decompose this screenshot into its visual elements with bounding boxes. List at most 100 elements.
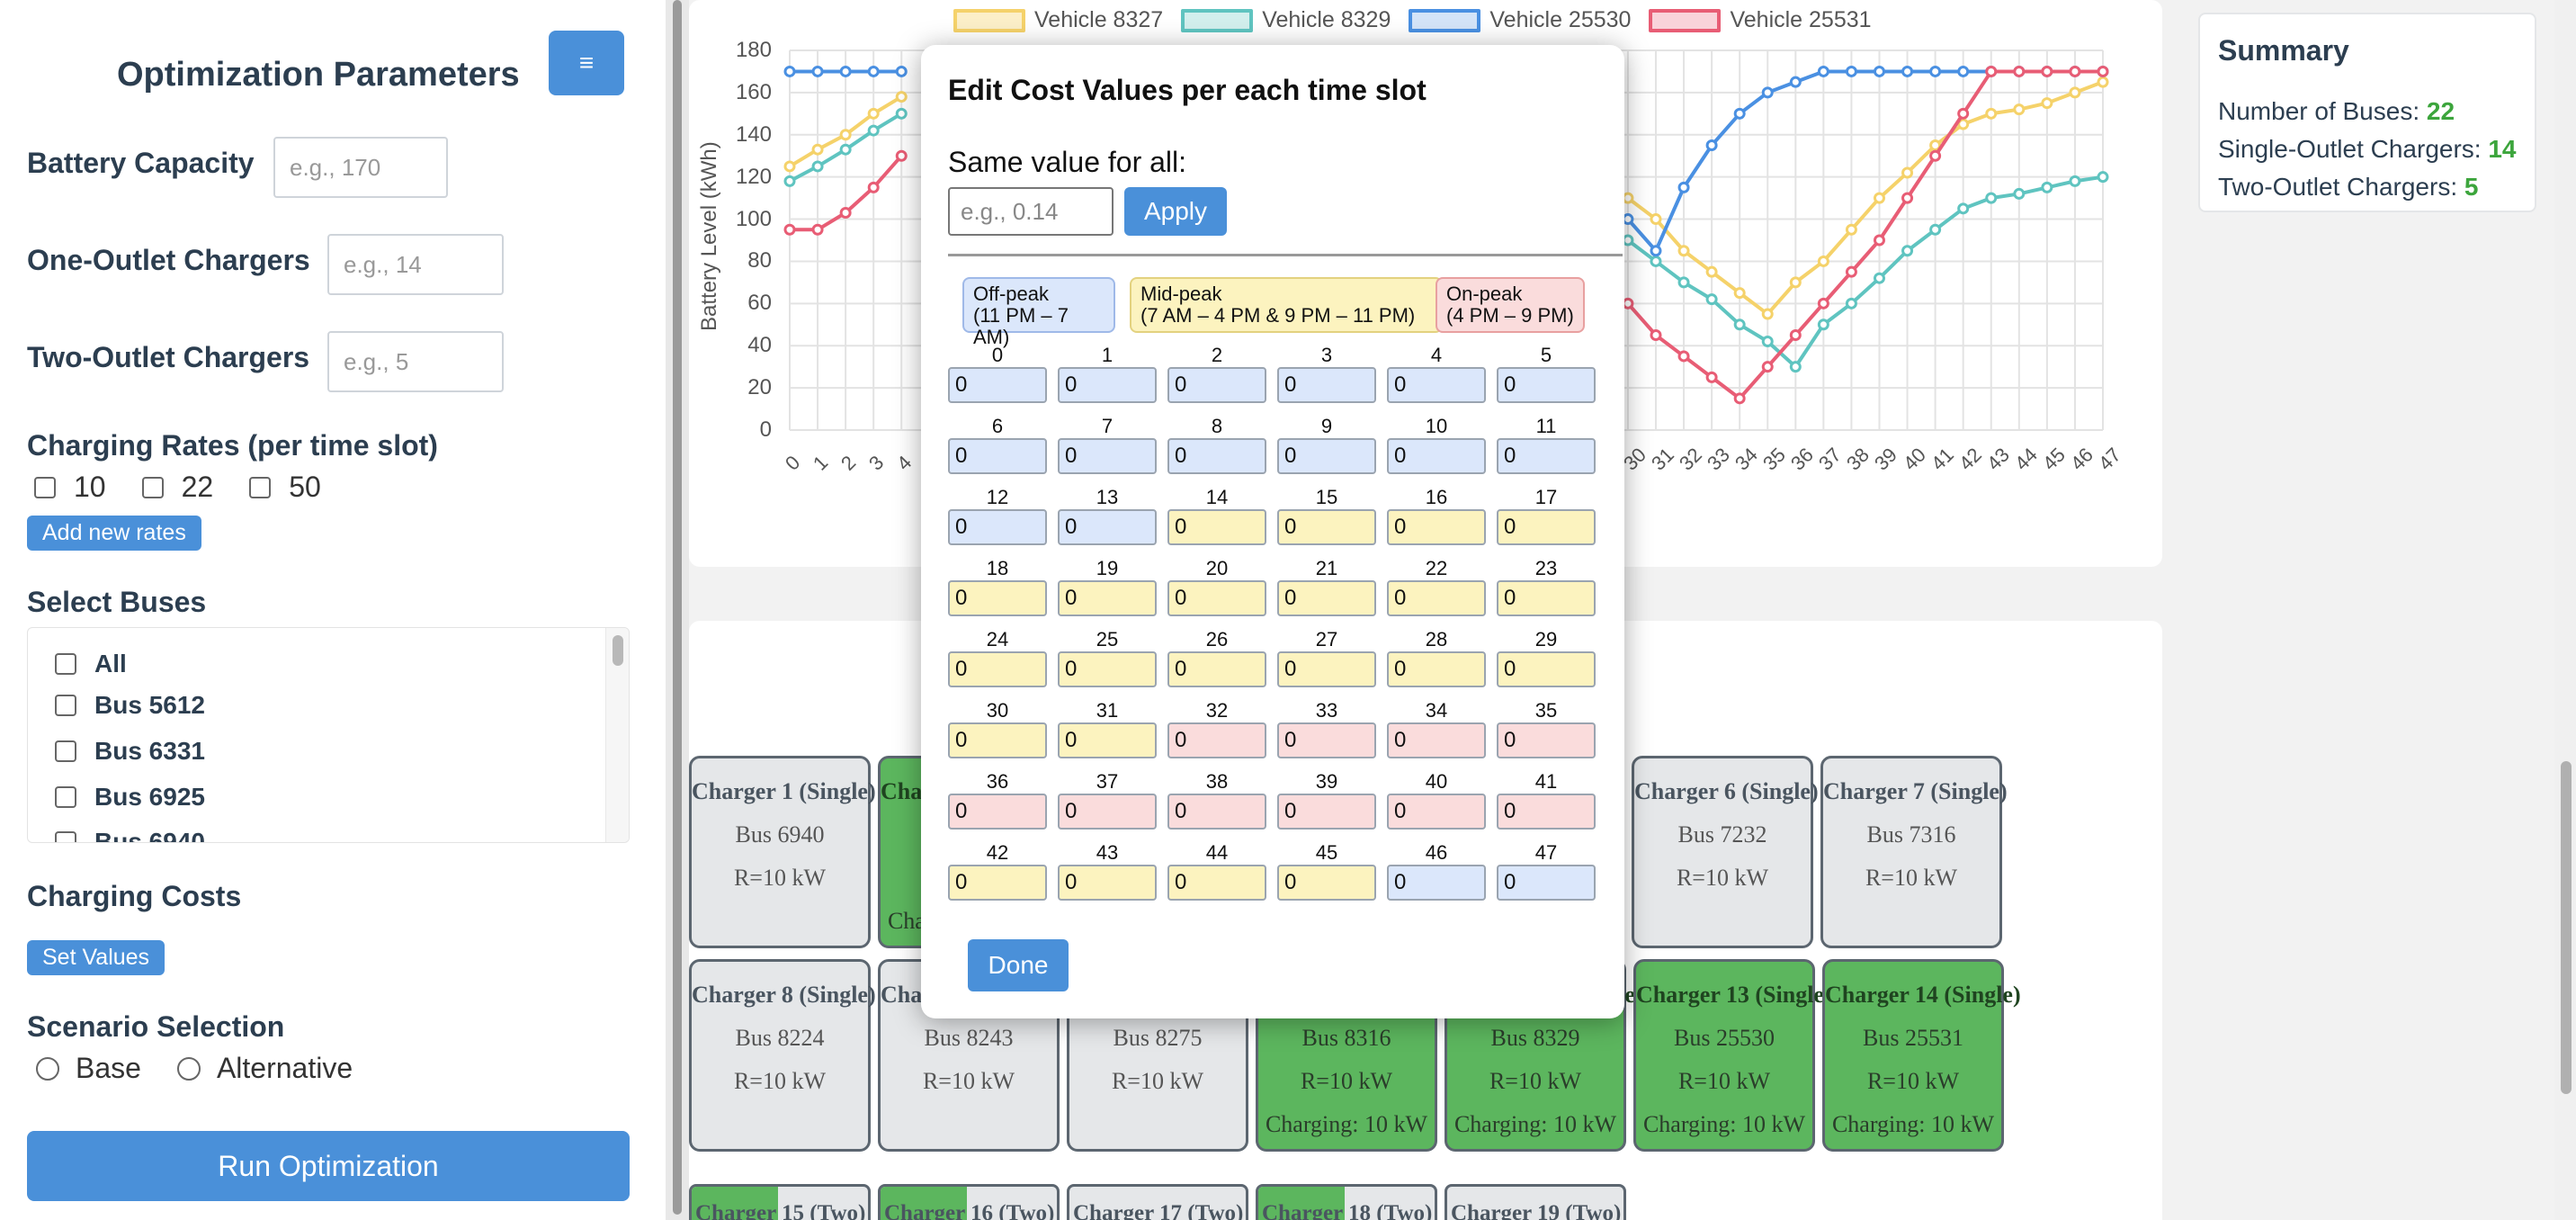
time-slot-cost-input[interactable]: 0 xyxy=(1058,865,1157,901)
time-slot-cost-input[interactable]: 0 xyxy=(1277,438,1376,474)
time-slot-22: 22 0 xyxy=(1387,557,1486,616)
off-peak-range: (11 PM – 7 AM) xyxy=(973,304,1069,348)
time-slot-cost-input[interactable]: 0 xyxy=(1058,509,1157,545)
time-slot-cost-input[interactable]: 0 xyxy=(1167,580,1266,616)
bus-checkbox[interactable] xyxy=(55,786,76,808)
time-slot-number: 15 xyxy=(1315,486,1338,508)
time-slot-cost-input[interactable]: 0 xyxy=(1497,367,1596,403)
time-slot-number: 47 xyxy=(1534,841,1558,864)
run-optimization-button[interactable]: Run Optimization xyxy=(27,1131,630,1201)
time-slot-cost-input[interactable]: 0 xyxy=(948,367,1047,403)
time-slot-cost-input[interactable]: 0 xyxy=(1497,722,1596,758)
time-slot-cost-input[interactable]: 0 xyxy=(1387,367,1486,403)
modal-title: Edit Cost Values per each time slot xyxy=(948,74,1427,106)
data-point xyxy=(1761,308,1774,320)
time-slot-cost-input[interactable]: 0 xyxy=(1497,651,1596,687)
time-slot-5: 50 xyxy=(1497,344,1596,403)
scenario-options: Base Alternative xyxy=(36,1052,353,1085)
time-slot-cost-input[interactable]: 0 xyxy=(1058,367,1157,403)
time-slot-24: 24 0 xyxy=(948,628,1047,687)
time-slot-cost-input[interactable]: 0 xyxy=(948,722,1047,758)
bus-checkbox[interactable] xyxy=(55,831,76,842)
set-values-button[interactable]: Set Values xyxy=(27,940,165,975)
bus-list[interactable]: All Bus 5612 Bus 6331 Bus 6925 Bus 6940 xyxy=(27,627,630,843)
time-slot-number: 25 xyxy=(1096,628,1119,650)
time-slot-cost-input[interactable]: 0 xyxy=(1387,651,1486,687)
time-slot-cost-input[interactable]: 0 xyxy=(1058,580,1157,616)
time-slot-number: 0 xyxy=(991,344,1004,366)
charger-rate: R=10 kW xyxy=(1865,865,1958,891)
time-slot-cost-input[interactable]: 0 xyxy=(1167,438,1266,474)
two-outlet-charger-card: Charger 17 (Two) xyxy=(1067,1184,1248,1220)
bus-item[interactable]: Bus 6940 xyxy=(55,828,205,842)
data-point xyxy=(2097,171,2109,184)
bus-checkbox[interactable] xyxy=(55,740,76,762)
bus-item[interactable]: Bus 5612 xyxy=(55,691,205,720)
bus-item[interactable]: Bus 6331 xyxy=(55,737,205,766)
time-slot-cost-input[interactable]: 0 xyxy=(1497,580,1596,616)
time-slot-cost-input[interactable]: 0 xyxy=(948,438,1047,474)
time-slot-25: 25 0 xyxy=(1058,628,1157,687)
apply-button[interactable]: Apply xyxy=(1124,187,1227,236)
time-slot-cost-input[interactable]: 0 xyxy=(1167,367,1266,403)
time-slot-cost-input[interactable]: 0 xyxy=(1167,722,1266,758)
done-button[interactable]: Done xyxy=(968,939,1069,991)
time-slot-42: 42 0 xyxy=(948,841,1047,901)
time-slot-cost-input[interactable]: 0 xyxy=(1497,794,1596,830)
time-slot-cost-input[interactable]: 0 xyxy=(1387,865,1486,901)
time-slot-39: 39 0 xyxy=(1277,770,1376,830)
time-slot-cost-input[interactable]: 0 xyxy=(1277,794,1376,830)
page-scrollbar[interactable] xyxy=(2554,0,2576,1220)
time-slot-cost-input[interactable]: 0 xyxy=(948,865,1047,901)
time-slot-cost-input[interactable]: 0 xyxy=(1058,651,1157,687)
bus-item[interactable]: Bus 6925 xyxy=(55,783,205,812)
time-slot-cost-input[interactable]: 0 xyxy=(1277,509,1376,545)
data-point xyxy=(1901,192,1914,204)
time-slot-cost-input[interactable]: 0 xyxy=(1167,509,1266,545)
time-slot-cost-input[interactable]: 0 xyxy=(1058,722,1157,758)
time-slot-cost-input[interactable]: 0 xyxy=(948,651,1047,687)
time-slot-cost-input[interactable]: 0 xyxy=(948,580,1047,616)
time-slot-cost-input[interactable]: 0 xyxy=(1387,580,1486,616)
time-slot-cost-input[interactable]: 0 xyxy=(1058,794,1157,830)
same-value-input[interactable] xyxy=(948,187,1114,236)
data-point xyxy=(867,124,880,137)
time-slot-number: 28 xyxy=(1425,628,1448,650)
time-slot-number: 37 xyxy=(1096,770,1119,793)
time-slot-cost-input[interactable]: 0 xyxy=(1277,580,1376,616)
edit-cost-modal: Edit Cost Values per each time slot Same… xyxy=(921,45,1624,1018)
time-slot-cost-input[interactable]: 0 xyxy=(1167,794,1266,830)
time-slot-cost-input[interactable]: 0 xyxy=(1387,794,1486,830)
time-slot-cost-input[interactable]: 0 xyxy=(1058,438,1157,474)
time-slot-cost-input[interactable]: 0 xyxy=(1387,509,1486,545)
data-point xyxy=(1817,297,1829,309)
bus-list-scrollbar[interactable] xyxy=(605,628,629,842)
data-point xyxy=(1901,245,1914,257)
time-slot-number: 40 xyxy=(1425,770,1448,793)
time-slot-cost-input[interactable]: 0 xyxy=(1387,438,1486,474)
page-scroll-thumb[interactable] xyxy=(2561,761,2572,1094)
data-point xyxy=(2069,175,2081,187)
time-slot-cost-input[interactable]: 0 xyxy=(948,794,1047,830)
time-slot-cost-input[interactable]: 0 xyxy=(1167,651,1266,687)
time-slot-cost-input[interactable]: 0 xyxy=(1277,722,1376,758)
time-slot-cost-input[interactable]: 0 xyxy=(1167,865,1266,901)
time-slot-cost-input[interactable]: 0 xyxy=(1277,865,1376,901)
time-slot-cost-input[interactable]: 0 xyxy=(1277,651,1376,687)
bus-item-all[interactable]: All xyxy=(55,650,127,678)
charger-title: Charger 17 (Two) xyxy=(1073,1201,1244,1220)
time-slot-cost-input[interactable]: 0 xyxy=(1497,438,1596,474)
scenario-base-radio[interactable] xyxy=(36,1056,59,1081)
time-slot-cost-input[interactable]: 0 xyxy=(1387,722,1486,758)
data-point xyxy=(1929,149,1942,162)
time-slot-cost-input[interactable]: 0 xyxy=(1497,509,1596,545)
charger-bus: Bus 25531 xyxy=(1863,1025,1963,1051)
bus-list-scroll-thumb[interactable] xyxy=(613,635,623,666)
time-slot-cost-input[interactable]: 0 xyxy=(1277,367,1376,403)
bus-label: All xyxy=(94,650,127,677)
bus-checkbox[interactable] xyxy=(55,653,76,675)
scenario-alternative-radio[interactable] xyxy=(176,1056,201,1081)
bus-checkbox[interactable] xyxy=(55,695,76,716)
time-slot-cost-input[interactable]: 0 xyxy=(1497,865,1596,901)
time-slot-cost-input[interactable]: 0 xyxy=(948,509,1047,545)
